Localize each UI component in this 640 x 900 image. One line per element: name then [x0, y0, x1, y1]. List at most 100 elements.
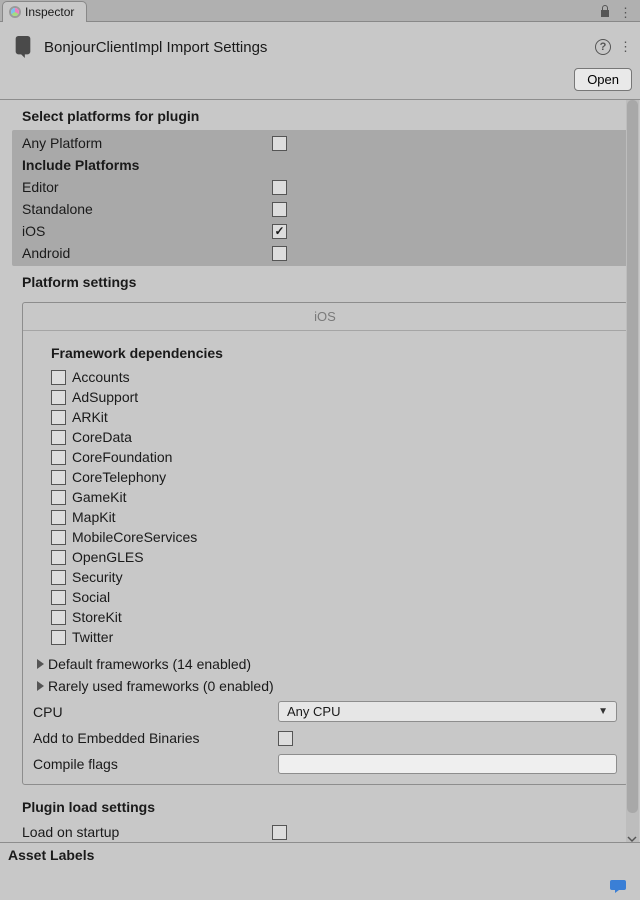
lock-icon[interactable]: [599, 4, 611, 21]
tab-strip: Inspector ⋮: [0, 0, 640, 22]
framework-label: CoreTelephony: [72, 469, 166, 485]
framework-item: CoreData: [51, 427, 615, 447]
framework-label: CoreData: [72, 429, 132, 445]
framework-checkbox[interactable]: [51, 570, 66, 585]
foldout-arrow-icon: [37, 681, 44, 691]
framework-checkbox[interactable]: [51, 410, 66, 425]
platform-checkbox[interactable]: [272, 202, 287, 217]
foldout-arrow-icon: [37, 659, 44, 669]
framework-item: CoreFoundation: [51, 447, 615, 467]
framework-label: Twitter: [72, 629, 113, 645]
open-button[interactable]: Open: [574, 68, 632, 91]
framework-item: MobileCoreServices: [51, 527, 615, 547]
platform-checkbox[interactable]: [272, 224, 287, 239]
help-icon[interactable]: ?: [595, 39, 611, 55]
framework-label: ARKit: [72, 409, 108, 425]
framework-item: AdSupport: [51, 387, 615, 407]
platform-label: iOS: [22, 223, 272, 239]
platform-label: Editor: [22, 179, 272, 195]
framework-label: GameKit: [72, 489, 126, 505]
cpu-value: Any CPU: [287, 704, 340, 719]
tab-label: Inspector: [25, 5, 74, 19]
platform-row: Standalone: [12, 198, 628, 220]
platform-checkbox[interactable]: [272, 246, 287, 261]
framework-item: Social: [51, 587, 615, 607]
framework-item: OpenGLES: [51, 547, 615, 567]
platform-label: Android: [22, 245, 272, 261]
embedded-row: Add to Embedded Binaries: [23, 726, 627, 750]
framework-item: MapKit: [51, 507, 615, 527]
framework-item: StoreKit: [51, 607, 615, 627]
scrollbar-thumb[interactable]: [627, 100, 638, 813]
include-platforms-heading: Include Platforms: [12, 154, 628, 176]
platform-settings-box: iOS Framework dependencies Accounts AdSup…: [22, 302, 628, 785]
scrollbar-track[interactable]: [626, 100, 639, 842]
platform-settings-tab[interactable]: iOS: [23, 303, 627, 331]
framework-label: Security: [72, 569, 123, 585]
asset-labels-title: Asset Labels: [8, 847, 94, 863]
framework-checkbox[interactable]: [51, 630, 66, 645]
framework-item: Accounts: [51, 367, 615, 387]
framework-label: OpenGLES: [72, 549, 144, 565]
platform-row: iOS: [12, 220, 628, 242]
framework-item: Twitter: [51, 627, 615, 647]
framework-checkbox[interactable]: [51, 550, 66, 565]
asset-title: BonjourClientImpl Import Settings: [44, 39, 267, 56]
load-on-startup-label: Load on startup: [22, 824, 272, 840]
compile-flags-input[interactable]: [278, 754, 617, 774]
framework-label: Social: [72, 589, 110, 605]
platforms-block: Any Platform Include Platforms Editor Sta…: [12, 130, 628, 266]
header-menu-icon[interactable]: ⋮: [619, 39, 632, 55]
content-scroll[interactable]: Select platforms for plugin Any Platform…: [0, 100, 640, 842]
framework-item: GameKit: [51, 487, 615, 507]
framework-label: AdSupport: [72, 389, 138, 405]
framework-item: CoreTelephony: [51, 467, 615, 487]
compile-flags-row: Compile flags: [23, 750, 627, 778]
platform-settings-title: Platform settings: [0, 266, 640, 296]
framework-checkbox[interactable]: [51, 590, 66, 605]
framework-checkbox[interactable]: [51, 450, 66, 465]
any-platform-row: Any Platform: [12, 132, 628, 154]
cpu-dropdown[interactable]: Any CPU ▼: [278, 701, 617, 722]
embedded-checkbox[interactable]: [278, 731, 293, 746]
any-platform-checkbox[interactable]: [272, 136, 287, 151]
chevron-down-icon: ▼: [598, 706, 608, 717]
framework-checkbox[interactable]: [51, 470, 66, 485]
inspector-icon: [9, 6, 21, 18]
panel-menu-icon[interactable]: ⋮: [619, 5, 632, 21]
default-frameworks-foldout[interactable]: Default frameworks (14 enabled): [23, 653, 627, 675]
framework-checkbox[interactable]: [51, 490, 66, 505]
framework-checkbox[interactable]: [51, 370, 66, 385]
load-on-startup-row: Load on startup: [0, 821, 640, 842]
framework-checkbox[interactable]: [51, 510, 66, 525]
framework-checkbox[interactable]: [51, 430, 66, 445]
plugin-load-title: Plugin load settings: [0, 785, 640, 821]
framework-label: CoreFoundation: [72, 449, 172, 465]
rarely-frameworks-foldout[interactable]: Rarely used frameworks (0 enabled): [23, 675, 627, 697]
framework-label: StoreKit: [72, 609, 122, 625]
include-platforms-label: Include Platforms: [22, 157, 139, 173]
framework-checkbox[interactable]: [51, 610, 66, 625]
scrollbar-down-icon[interactable]: [627, 832, 637, 842]
any-platform-label: Any Platform: [22, 135, 272, 151]
framework-deps-title: Framework dependencies: [23, 331, 627, 367]
platform-row: Editor: [12, 176, 628, 198]
framework-checkbox[interactable]: [51, 530, 66, 545]
tab-inspector[interactable]: Inspector: [2, 1, 87, 22]
load-on-startup-checkbox[interactable]: [272, 825, 287, 840]
platforms-section-title: Select platforms for plugin: [0, 100, 640, 130]
platform-label: Standalone: [22, 201, 272, 217]
embedded-label: Add to Embedded Binaries: [33, 730, 278, 746]
framework-label: Accounts: [72, 369, 130, 385]
rarely-frameworks-label: Rarely used frameworks (0 enabled): [48, 678, 274, 694]
label-tag-icon[interactable]: [610, 878, 628, 894]
cpu-row: CPU Any CPU ▼: [23, 697, 627, 726]
framework-checkbox[interactable]: [51, 390, 66, 405]
framework-item: ARKit: [51, 407, 615, 427]
framework-label: MobileCoreServices: [72, 529, 197, 545]
inspector-header: BonjourClientImpl Import Settings ? ⋮: [0, 22, 640, 66]
platform-checkbox[interactable]: [272, 180, 287, 195]
compile-flags-label: Compile flags: [33, 756, 278, 772]
default-frameworks-label: Default frameworks (14 enabled): [48, 656, 251, 672]
platform-row: Android: [12, 242, 628, 264]
